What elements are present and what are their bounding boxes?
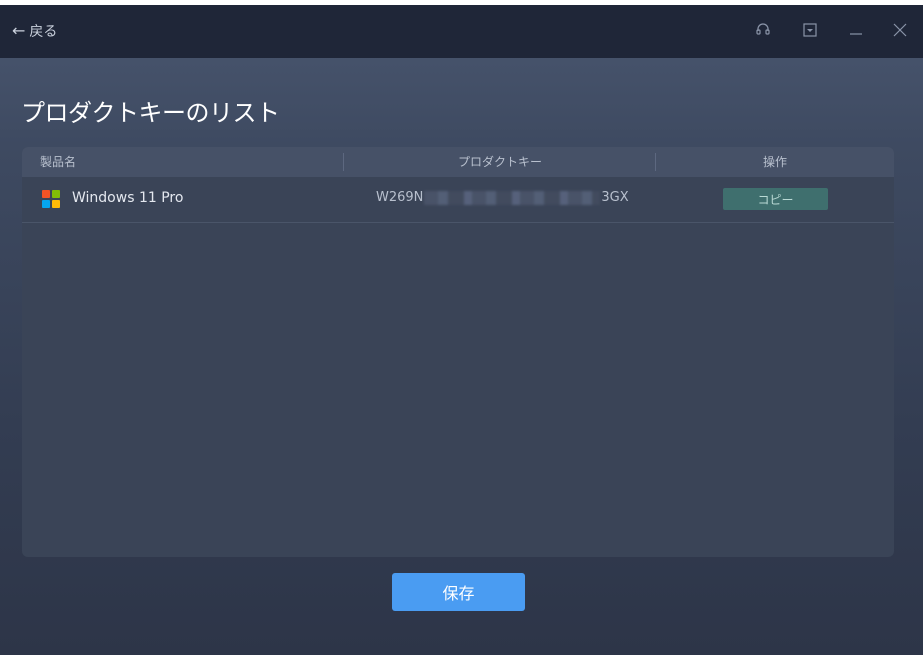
- product-name: Windows 11 Pro: [72, 190, 184, 206]
- product-key-table: 製品名 プロダクトキー 操作 Windows 11 Pro W269N 3GX …: [22, 147, 894, 557]
- back-button[interactable]: ← 戻る: [12, 20, 57, 42]
- back-label: 戻る: [29, 24, 58, 40]
- column-header-key: プロダクトキー: [457, 155, 542, 169]
- minimize-to-tray-icon[interactable]: [799, 19, 821, 41]
- minimize-icon[interactable]: [845, 19, 867, 41]
- product-key-redacted: [424, 190, 601, 205]
- close-icon[interactable]: [889, 19, 911, 41]
- save-button[interactable]: 保存: [392, 573, 525, 611]
- product-key-start: W269N: [376, 190, 424, 205]
- product-key-window: ← 戻る プロダクトキーのリスト 製品名 プロダクトキー 操作 Windows …: [0, 5, 923, 655]
- headset-icon[interactable]: [752, 19, 774, 41]
- product-key: W269N 3GX: [376, 190, 629, 205]
- title-bar: ← 戻る: [0, 5, 923, 58]
- table-row: Windows 11 Pro W269N 3GX コピー: [22, 177, 894, 223]
- column-header-action: 操作: [762, 155, 787, 169]
- page-title: プロダクトキーのリスト: [21, 99, 280, 127]
- copy-button[interactable]: コピー: [723, 188, 828, 210]
- windows-logo-icon: [42, 190, 60, 208]
- column-header-product: 製品名: [40, 155, 77, 169]
- product-key-end: 3GX: [601, 190, 629, 205]
- table-header: 製品名 プロダクトキー 操作: [22, 147, 894, 177]
- arrow-left-icon: ←: [12, 21, 26, 40]
